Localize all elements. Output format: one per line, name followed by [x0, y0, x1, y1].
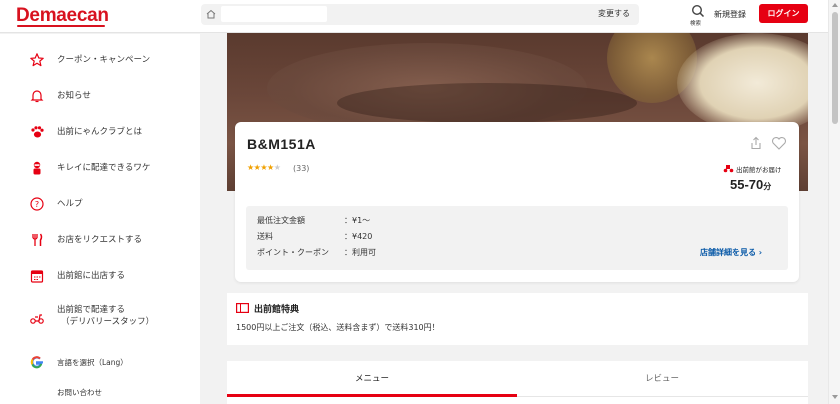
- privilege-title: 出前館特典: [254, 305, 300, 315]
- sidebar-item-label: お店をリクエストする: [57, 235, 143, 245]
- logo[interactable]: Demaecan: [16, 5, 109, 27]
- info-value: ：¥420: [344, 232, 373, 241]
- tab-menu[interactable]: メニュー: [227, 361, 517, 398]
- heart-icon[interactable]: [771, 136, 787, 150]
- register-link[interactable]: 新規登録: [714, 9, 746, 20]
- sidebar-item-clean-delivery[interactable]: キレイに配達できるワケ: [0, 154, 200, 184]
- tab-review[interactable]: レビュー: [517, 361, 807, 398]
- sidebar-item-label: 出前館に出店する: [57, 271, 126, 281]
- paw-icon: [31, 126, 44, 138]
- sidebar-item-language[interactable]: 言語を選択（Lang）: [0, 348, 200, 378]
- delivery-person-icon: [33, 161, 41, 175]
- sidebar-item-label: お問い合わせ: [57, 388, 102, 397]
- logo-underline: [17, 25, 105, 27]
- hero-food-shadow: [337, 83, 637, 123]
- info-label: 送料: [257, 232, 273, 241]
- rating-count[interactable]: (33): [293, 164, 309, 173]
- search-button[interactable]: 検索: [688, 2, 708, 30]
- privilege-text: 1500円以上ご注文（税込、送料含まず）で送料310円！: [236, 323, 440, 332]
- info-value: ：¥1～: [344, 216, 371, 225]
- store-info-card: B&M151A ★★★★★ (33) 出前館がお届け 55-70分 最低注文金額…: [235, 122, 799, 282]
- scroll-down-arrow[interactable]: [832, 395, 838, 399]
- sidebar-item-club[interactable]: 出前にゃんクラブとは: [0, 118, 200, 148]
- change-address-link[interactable]: 変更する: [598, 8, 630, 19]
- svg-text:?: ?: [35, 200, 39, 209]
- sidebar-item-news[interactable]: お知らせ: [0, 82, 200, 112]
- store-details-link[interactable]: 店舗詳細を見る ›: [700, 247, 762, 258]
- info-value: ：利用可: [344, 248, 376, 257]
- login-button[interactable]: ログイン: [759, 4, 808, 23]
- bell-icon: [30, 90, 44, 103]
- help-icon: ?: [30, 197, 44, 211]
- sidebar-item-help[interactable]: ? ヘルプ: [0, 190, 200, 220]
- sidebar-item-label: キレイに配達できるワケ: [57, 163, 151, 173]
- star-icon: [30, 53, 44, 67]
- sidebar-item-request-store[interactable]: お店をリクエストする: [0, 226, 200, 256]
- sidebar-item-label: お知らせ: [57, 91, 91, 101]
- scooter-icon: [30, 314, 44, 324]
- sidebar-item-label: ヘルプ: [57, 199, 83, 209]
- address-field[interactable]: [221, 6, 327, 22]
- search-icon: [691, 4, 705, 18]
- home-icon: [206, 9, 216, 19]
- rating-stars: ★★★★★: [247, 163, 281, 172]
- search-label: 検索: [690, 21, 702, 27]
- active-tab-indicator: [227, 394, 517, 397]
- store-name: B&M151A: [247, 136, 316, 152]
- sidebar-item-label: 出前にゃんクラブとは: [57, 127, 143, 137]
- sidebar-item-open-store[interactable]: 出前館に出店する: [0, 262, 200, 292]
- privilege-card: 出前館特典 1500円以上ご注文（税込、送料含まず）で送料310円！: [227, 293, 808, 345]
- tab-divider: [517, 396, 808, 397]
- google-icon: [30, 356, 43, 369]
- store-info-box: 最低注文金額 ：¥1～ 送料 ：¥420 ポイント・クーポン ：利用可 店舗詳細…: [246, 206, 788, 270]
- sidebar-item-coupon[interactable]: クーポン・キャンペーン: [0, 46, 200, 76]
- info-label: 最低注文金額: [257, 216, 305, 225]
- ticket-icon: [236, 303, 249, 313]
- sidebar-item-label: 言語を選択（Lang）: [57, 358, 128, 367]
- delivery-time-unit: 分: [763, 182, 772, 191]
- sidebar: クーポン・キャンペーン お知らせ 出前にゃんクラブとは キレイに配達できるワケ …: [0, 34, 200, 404]
- page-scrollbar[interactable]: [828, 0, 840, 404]
- header-bar: Demaecan 変更する 検索 新規登録 ログイン: [0, 0, 828, 33]
- sidebar-item-label: クーポン・キャンペーン: [57, 55, 151, 65]
- sidebar-item-delivery-staff[interactable]: 出前館で配達する （デリバリースタッフ）: [0, 298, 200, 338]
- share-icon[interactable]: [749, 136, 763, 150]
- delivery-badge-label: 出前館がお届け: [736, 166, 782, 174]
- fork-knife-icon: [32, 233, 43, 246]
- hero-food-shape: [677, 33, 808, 133]
- delivery-time-value: 55-70: [730, 177, 764, 192]
- calendar-icon: [30, 270, 44, 283]
- delivery-time: 55-70分: [730, 177, 771, 192]
- menu-review-tabs: メニュー レビュー: [227, 361, 808, 404]
- info-label: ポイント・クーポン: [257, 248, 329, 257]
- scroll-thumb[interactable]: [832, 12, 838, 124]
- sidebar-item-sublabel: （デリバリースタッフ）: [61, 317, 155, 327]
- scroll-up-arrow[interactable]: [832, 3, 838, 7]
- delivery-bike-icon: [723, 165, 734, 173]
- sidebar-item-contact[interactable]: お問い合わせ: [0, 378, 200, 404]
